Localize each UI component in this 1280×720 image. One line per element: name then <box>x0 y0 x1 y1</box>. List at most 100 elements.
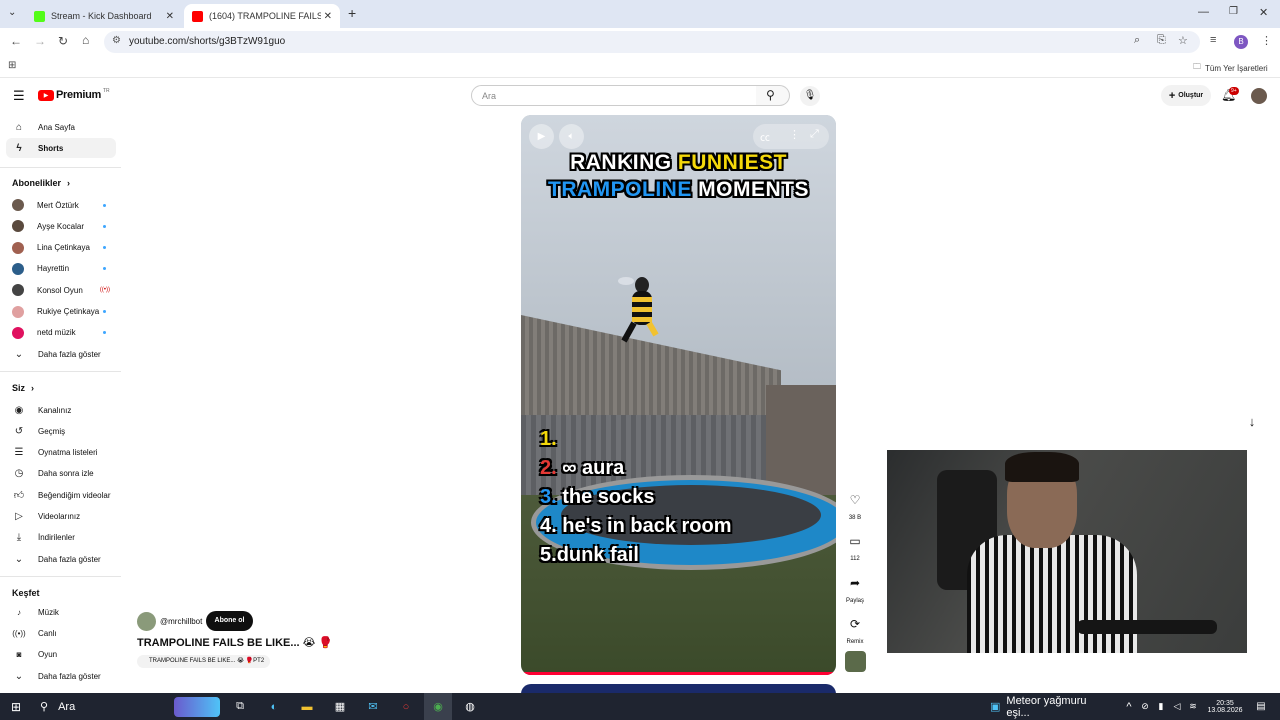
store-icon[interactable]: ▦ <box>328 693 352 720</box>
remix-action[interactable]: ⟳ Remix <box>842 611 868 645</box>
chrome-icon[interactable]: ◉ <box>424 693 452 720</box>
sidebar-item-subscription[interactable]: netd müzik <box>6 323 116 343</box>
bookmark-star-icon[interactable]: ☆ <box>1178 34 1188 47</box>
zoom-icon[interactable]: ⌕ <box>1134 34 1140 47</box>
sidebar-item-home[interactable]: ⌂ Ana Sayfa <box>6 117 116 137</box>
task-view-icon[interactable]: ⧉ <box>228 693 252 720</box>
obs-icon[interactable]: ◍ <box>458 693 482 720</box>
share-action[interactable]: ➦ Paylaş <box>842 570 868 604</box>
sidebar-item-you[interactable]: 👍︎ Beğendiğim videolar <box>6 485 116 505</box>
channel-handle[interactable]: @mrchillbot <box>160 617 202 626</box>
youtube-logo[interactable]: ▶ Premium TR <box>38 88 110 101</box>
sidebar-item-subscription[interactable]: Rukiye Çetinkaya <box>6 302 116 322</box>
tray-chevron-icon[interactable]: ^ <box>1122 693 1136 720</box>
sidebar: ⌂ Ana Sayfa ϟ Shorts Abonelikler › Mert … <box>0 112 124 692</box>
sidebar-item-explore[interactable]: ((•)) Canlı <box>6 623 116 643</box>
start-button[interactable]: ⊞ <box>4 693 28 720</box>
search-icon: ⚲ <box>40 701 49 713</box>
sidebar-item-subscription[interactable]: Konsol Oyun ((•)) <box>6 280 116 300</box>
shorts-video-player[interactable]: RANKING FUNNIEST TRAMPOLINE MOMENTS 1. 2.… <box>521 115 836 675</box>
sidebar-item-you[interactable]: ↺ Geçmiş <box>6 421 116 441</box>
sidebar-item-explore[interactable]: ♪ Müzik <box>6 602 116 622</box>
video-progress-bar[interactable] <box>521 672 836 675</box>
sidebar-item-subscription[interactable]: Lina Çetinkaya <box>6 238 116 258</box>
browser-menu-icon[interactable]: ⋮ <box>1261 34 1272 47</box>
wifi-tray-icon[interactable]: ≋ <box>1186 693 1200 720</box>
file-explorer-icon[interactable]: ▬ <box>295 693 319 720</box>
minimize-icon[interactable]: — <box>1198 6 1209 18</box>
sidebar-item-label: Daha fazla göster <box>38 349 101 359</box>
sidebar-item-subscription[interactable]: Mert Öztürk <box>6 195 116 215</box>
volume-button[interactable]: 🔈︎ <box>559 124 584 149</box>
new-tab-icon[interactable]: + <box>348 5 356 21</box>
fullscreen-icon[interactable]: ⤢ <box>810 128 819 141</box>
sidebar-you-more[interactable]: ⌄ Daha fazla göster <box>6 549 116 569</box>
sidebar-item-explore[interactable]: ◙ Oyun <box>6 645 116 665</box>
home-browser-icon[interactable]: ⌂ <box>82 33 89 47</box>
media-control-icon[interactable]: ≡ <box>1210 34 1216 46</box>
tab-search-icon[interactable]: ⌄ <box>8 7 16 18</box>
hamburger-menu-icon[interactable]: ☰ <box>13 88 25 104</box>
restore-icon[interactable]: ❐ <box>1229 6 1238 17</box>
back-icon[interactable]: ← <box>10 34 22 48</box>
sidebar-explore-more[interactable]: ⌄ Daha fazla göster <box>6 666 116 686</box>
playlist-chip[interactable]: TRAMPOLINE FAILS BE LIKE... 😭 🥊PT2 <box>137 655 271 668</box>
close-tab-icon[interactable]: ✕ <box>166 11 174 22</box>
more-options-icon[interactable]: ⋮ <box>789 128 800 141</box>
tab-youtube[interactable]: (1604) TRAMPOLINE FAILS BE L ✕ <box>184 4 340 28</box>
account-avatar[interactable] <box>1251 88 1267 104</box>
close-window-icon[interactable]: ✕ <box>1259 6 1268 19</box>
sidebar-subs-more[interactable]: ⌄ Daha fazla göster <box>6 344 116 364</box>
mail-icon[interactable]: ✉ <box>361 693 385 720</box>
install-icon[interactable]: ⎘ <box>1157 34 1166 47</box>
close-tab-icon[interactable]: ✕ <box>324 11 332 22</box>
sidebar-item-label: Daha sonra izle <box>38 469 94 479</box>
tab-kick-dashboard[interactable]: Stream - Kick Dashboard ✕ <box>26 4 182 28</box>
folder-icon: 🗀 <box>1193 62 1201 71</box>
address-bar[interactable]: ⚙ youtube.com/shorts/g3BTzW91guo ⌕ ⎘ ☆ <box>104 31 1200 53</box>
captions-icon[interactable]: ㏄ <box>760 129 770 144</box>
shorts-icon: ϟ <box>16 142 22 154</box>
search-highlight-image[interactable] <box>172 693 222 720</box>
apps-grid-icon[interactable]: ⊞ <box>8 60 16 71</box>
sidebar-item-you[interactable]: ▷ Videolarınız <box>6 507 116 527</box>
sidebar-item-shorts[interactable]: ϟ Shorts <box>6 138 116 158</box>
sidebar-item-subscription[interactable]: Hayrettin <box>6 259 116 279</box>
clock[interactable]: 20:35 13.08.2026 <box>1202 693 1248 720</box>
volume-tray-icon[interactable]: ◁ <box>1170 693 1184 720</box>
sound-thumbnail[interactable] <box>845 651 866 672</box>
reload-icon[interactable]: ↻ <box>58 34 68 48</box>
create-button[interactable]: + Oluştur <box>1161 85 1211 106</box>
sidebar-item-you[interactable]: ◷ Daha sonra izle <box>6 464 116 484</box>
tab-title: Stream - Kick Dashboard <box>51 11 152 21</box>
profile-avatar[interactable]: B <box>1234 35 1248 49</box>
you-header[interactable]: Siz › <box>12 383 34 393</box>
comment-action[interactable]: ▭ 112 <box>842 528 868 562</box>
remix-label: Remix <box>846 639 864 645</box>
sidebar-item-you[interactable]: ⤓ İndirilenler <box>6 528 116 548</box>
taskbar-search[interactable]: ⚲ Ara <box>32 693 172 720</box>
network-off-icon[interactable]: ⊘ <box>1138 693 1152 720</box>
microphone-tray-icon[interactable]: ▮ <box>1154 693 1168 720</box>
edge-icon[interactable]: ◐ <box>262 693 286 720</box>
all-bookmarks[interactable]: 🗀 Tüm Yer İşaretleri <box>1193 61 1268 75</box>
search-input[interactable]: Ara <box>471 85 757 106</box>
scroll-down-icon[interactable]: ↓ <box>1240 414 1264 436</box>
sidebar-item-you[interactable]: ◉ Kanalınız <box>6 400 116 420</box>
play-button[interactable]: ▶ <box>529 124 554 149</box>
url-text: youtube.com/shorts/g3BTzW91guo <box>129 36 286 47</box>
subscribe-button[interactable]: Abone ol <box>206 611 253 631</box>
voice-search-icon[interactable]: 🎙 <box>800 86 820 106</box>
like-action[interactable]: ♡ 38 B <box>842 487 868 521</box>
weather-widget[interactable]: ▣ Meteor yağmuru eşi... <box>990 693 1110 720</box>
forward-icon[interactable]: → <box>34 34 46 48</box>
sidebar-item-subscription[interactable]: Ayşe Kocalar <box>6 216 116 236</box>
search-button[interactable]: ⚲ <box>756 85 790 106</box>
notification-center-icon[interactable]: ▤ <box>1252 693 1270 720</box>
site-info-icon[interactable]: ⚙ <box>112 35 121 46</box>
opera-icon[interactable]: ○ <box>394 693 418 720</box>
sidebar-item-you[interactable]: ☰ Oynatma listeleri <box>6 443 116 463</box>
channel-avatar[interactable] <box>137 612 156 631</box>
subscriptions-header[interactable]: Abonelikler › <box>12 178 70 188</box>
webcam-person-hair <box>1005 452 1079 482</box>
